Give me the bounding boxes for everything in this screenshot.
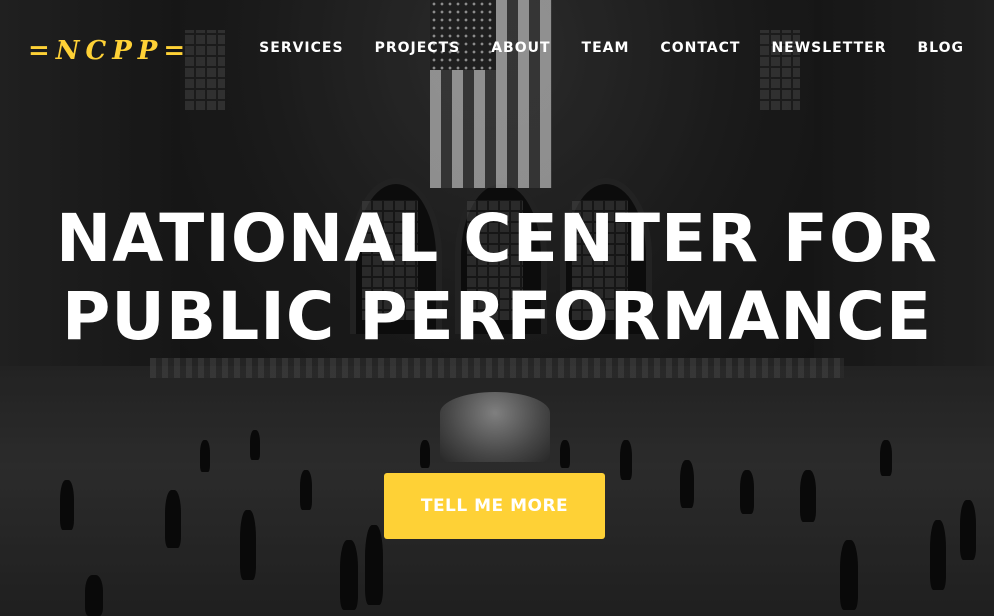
hero-headline-line-2: PUBLIC PERFORMANCE (61, 278, 933, 355)
nav-link-services[interactable]: SERVICES (259, 40, 343, 56)
nav-link-team[interactable]: TEAM (582, 40, 630, 56)
nav-link-newsletter[interactable]: NEWSLETTER (771, 40, 886, 56)
nav-link-about[interactable]: ABOUT (491, 40, 550, 56)
hero-section: =NCPP= SERVICES PROJECTS ABOUT TEAM CONT… (0, 0, 994, 616)
nav-link-projects[interactable]: PROJECTS (375, 40, 461, 56)
main-nav: SERVICES PROJECTS ABOUT TEAM CONTACT NEW… (259, 40, 964, 56)
nav-link-blog[interactable]: BLOG (918, 40, 965, 56)
brand-logo[interactable]: =NCPP= (28, 36, 191, 66)
hero-headline: NATIONAL CENTER FOR PUBLIC PERFORMANCE (0, 200, 994, 356)
tell-me-more-button[interactable]: TELL ME MORE (384, 473, 605, 539)
hero-headline-line-1: NATIONAL CENTER FOR (56, 200, 938, 277)
nav-link-contact[interactable]: CONTACT (660, 40, 740, 56)
